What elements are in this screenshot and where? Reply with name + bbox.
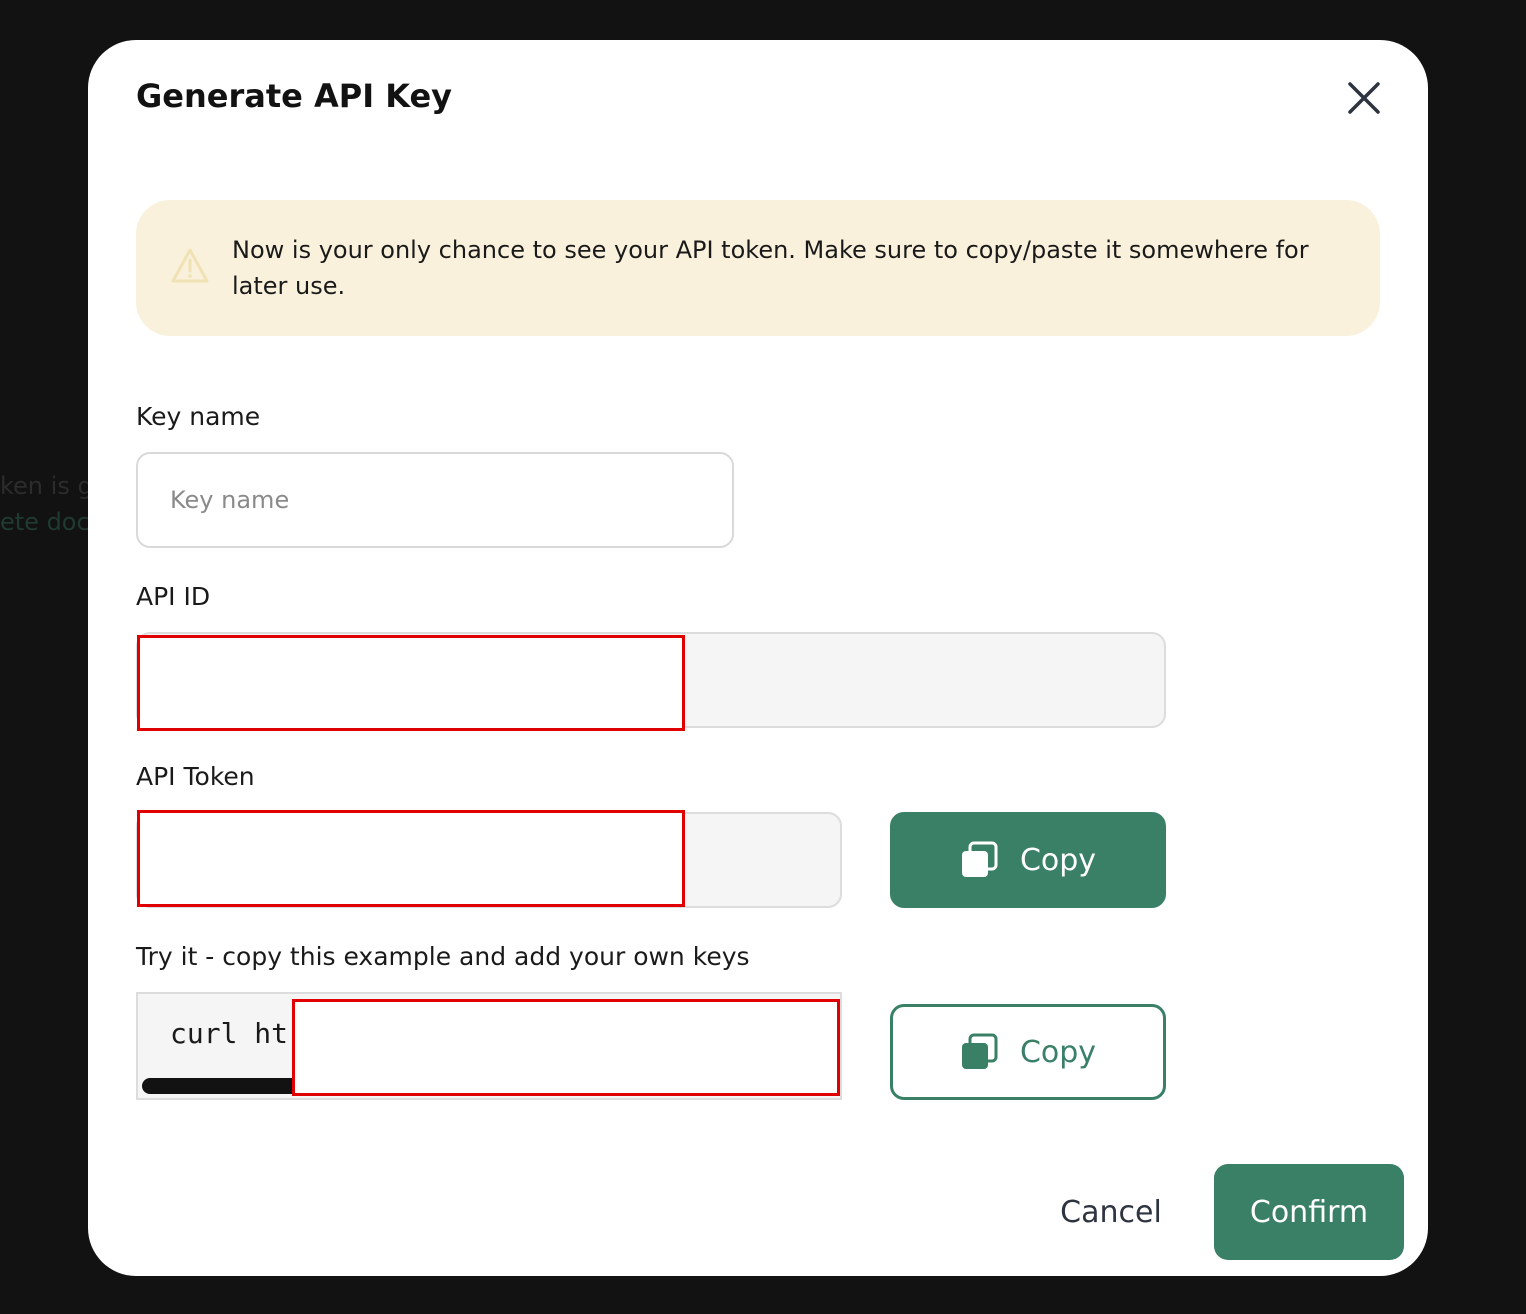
example-label: Try it - copy this example and add your … — [136, 942, 750, 971]
api-token-redaction — [137, 810, 685, 907]
generate-api-key-dialog: Generate API Key Now is your only chance… — [88, 40, 1428, 1276]
warning-message: Now is your only chance to see your API … — [232, 236, 1309, 300]
background-page-text: ken is g ete doc — [0, 468, 93, 540]
warning-icon — [171, 248, 209, 283]
close-button[interactable] — [1342, 76, 1386, 120]
api-id-label: API ID — [136, 582, 211, 611]
copy-icon — [961, 1033, 998, 1069]
curl-example-redaction — [292, 999, 840, 1096]
copy-icon — [961, 841, 998, 877]
copy-example-button[interactable]: Copy — [890, 1004, 1166, 1100]
key-name-label: Key name — [136, 402, 261, 431]
copy-token-button[interactable]: Copy — [890, 812, 1166, 908]
api-token-label: API Token — [136, 762, 255, 791]
copy-token-label: Copy — [1019, 842, 1097, 878]
key-name-input[interactable] — [136, 452, 734, 548]
confirm-button[interactable]: Confirm — [1214, 1164, 1404, 1260]
dialog-title: Generate API Key — [136, 77, 453, 115]
close-icon — [1348, 82, 1380, 114]
copy-example-label: Copy — [1019, 1034, 1097, 1070]
cancel-button[interactable]: Cancel — [1048, 1164, 1174, 1260]
background-link-text: ete doc — [0, 508, 90, 536]
warning-alert: Now is your only chance to see your API … — [136, 200, 1380, 336]
api-id-redaction — [137, 635, 685, 731]
background-text-line: ken is g — [0, 472, 93, 500]
curl-example-code: curl ht — [170, 1017, 289, 1050]
